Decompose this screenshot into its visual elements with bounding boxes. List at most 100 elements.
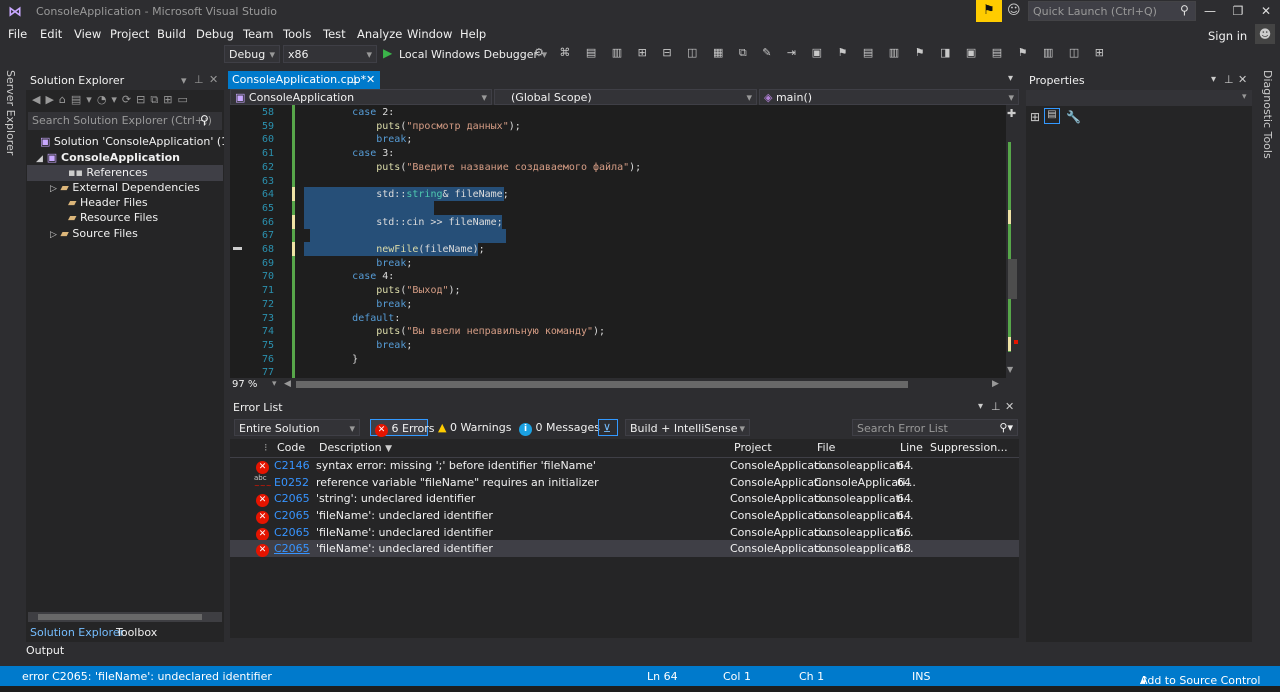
code-line[interactable]: newFile(fileName); bbox=[304, 243, 484, 257]
menu-project[interactable]: Project bbox=[110, 27, 149, 41]
code-line[interactable]: std::cin >> fileName; bbox=[304, 216, 502, 230]
solution-search-input[interactable]: Search Solution Explorer (Ctrl+;) bbox=[28, 112, 222, 130]
error-code-link[interactable]: C2065 bbox=[274, 492, 310, 505]
menu-debug[interactable]: Debug bbox=[196, 27, 234, 41]
column-header-project[interactable]: Project bbox=[734, 441, 772, 457]
code-line[interactable]: case 4: bbox=[304, 270, 394, 284]
tree-item-header-files[interactable]: ▰ Header Files bbox=[68, 195, 148, 211]
close-window-button[interactable]: ✕ bbox=[1252, 0, 1280, 22]
server-explorer-tab[interactable]: Server Explorer bbox=[4, 70, 17, 155]
menu-edit[interactable]: Edit bbox=[40, 27, 62, 41]
editor-tab-active[interactable]: ConsoleApplication.cpp* ⊥ ✕ bbox=[228, 71, 380, 89]
start-debugger-button[interactable]: Local Windows Debugger ▾ bbox=[399, 48, 547, 61]
column-header-suppression[interactable]: Suppression... bbox=[930, 441, 1008, 457]
categorized-icon[interactable]: ⊞ bbox=[1030, 110, 1040, 124]
solution-search-icon[interactable]: ⚲ bbox=[200, 113, 209, 127]
build-source-dropdown[interactable]: Build + IntelliSense ▾ bbox=[625, 419, 750, 436]
configuration-dropdown[interactable]: Debug ▾ bbox=[224, 45, 280, 63]
menu-test[interactable]: Test bbox=[323, 27, 346, 41]
collapsed-chevron-icon[interactable]: ▷ bbox=[50, 230, 57, 240]
column-header-file[interactable]: File bbox=[817, 441, 835, 457]
quick-launch-input[interactable]: Quick Launch (Ctrl+Q) bbox=[1028, 1, 1196, 21]
scrollbar-thumb[interactable] bbox=[38, 614, 202, 620]
menu-view[interactable]: View bbox=[74, 27, 101, 41]
menu-build[interactable]: Build bbox=[157, 27, 186, 41]
code-line[interactable]: puts("Выход"); bbox=[304, 284, 460, 298]
error-row[interactable]: abc ~~~ E0252 reference variable "fileNam… bbox=[230, 474, 1019, 491]
menu-window[interactable]: Window bbox=[407, 27, 452, 41]
warnings-filter-button[interactable]: ▲ 0 Warnings bbox=[434, 419, 515, 436]
code-line[interactable]: std::string& fileName; bbox=[304, 188, 508, 202]
tree-item-references[interactable]: ▪▪ References bbox=[68, 165, 148, 181]
tree-item-source-files[interactable]: ▷ ▰ Source Files bbox=[50, 226, 138, 242]
search-icon[interactable]: ⚲▾ bbox=[999, 421, 1013, 434]
properties-object-selector[interactable]: ▾ bbox=[1026, 90, 1252, 106]
code-line[interactable]: default: bbox=[304, 312, 400, 326]
notifications-flag-icon[interactable]: ⚑ bbox=[976, 0, 1002, 22]
scope-nav-dropdown[interactable]: (Global Scope) ▾ bbox=[494, 89, 757, 105]
error-row[interactable]: ✕ C2065 'fileName': undeclared identifie… bbox=[230, 524, 1019, 541]
filter-toggle-icon[interactable]: ⊻ bbox=[598, 419, 618, 436]
panel-menu-icon[interactable]: ▾ bbox=[978, 401, 983, 412]
project-nav-dropdown[interactable]: ▣ ConsoleApplication ▾ bbox=[230, 89, 492, 105]
scroll-down-icon[interactable]: ▼ bbox=[1007, 365, 1013, 374]
menu-file[interactable]: File bbox=[8, 27, 27, 41]
error-code-link[interactable]: C2065 bbox=[274, 542, 310, 555]
code-line[interactable]: case 2: bbox=[304, 106, 394, 120]
expanded-chevron-icon[interactable]: ◢ bbox=[36, 154, 43, 164]
solution-explorer-toolbar[interactable]: ◀▶⌂▤▾◔▾⟳⊟⧉⊞▭ bbox=[32, 93, 193, 107]
code-line[interactable]: break; bbox=[304, 133, 412, 147]
panel-menu-icon[interactable]: ▾ bbox=[1211, 74, 1216, 85]
start-debugging-icon[interactable]: ▶ bbox=[383, 46, 392, 60]
menu-help[interactable]: Help bbox=[460, 27, 486, 41]
maximize-button[interactable]: ❐ bbox=[1224, 0, 1252, 22]
close-panel-icon[interactable]: ✕ bbox=[209, 73, 218, 86]
error-code-link[interactable]: C2146 bbox=[274, 459, 310, 472]
tree-item-resource-files[interactable]: ▰ Resource Files bbox=[68, 210, 158, 226]
account-icon[interactable]: ☻ bbox=[1255, 24, 1275, 44]
code-line[interactable]: puts("Вы ввели неправильную команду"); bbox=[304, 325, 605, 339]
sign-in-link[interactable]: Sign in bbox=[1208, 29, 1247, 43]
code-line[interactable]: } bbox=[304, 353, 358, 367]
column-header-description[interactable]: Description ▼ bbox=[319, 441, 392, 457]
error-scope-dropdown[interactable]: Entire Solution ▾ bbox=[234, 419, 360, 436]
scroll-right-icon[interactable]: ▶ bbox=[992, 379, 999, 389]
minimize-button[interactable]: — bbox=[1196, 0, 1224, 22]
platform-dropdown[interactable]: x86 ▾ bbox=[283, 45, 377, 63]
scrollbar-thumb[interactable] bbox=[1008, 259, 1017, 299]
output-tab[interactable]: Output bbox=[26, 644, 64, 657]
code-line[interactable]: puts("Введите название создаваемого файл… bbox=[304, 161, 641, 175]
zoom-dropdown-icon[interactable]: ▾ bbox=[272, 379, 277, 389]
column-header-line[interactable]: Line bbox=[900, 441, 923, 457]
extra-toolbar-icons[interactable]: ⚙ ⌘ ▤ ▥ ⊞ ⊟ ◫ ▦ ⧉ ✎ ⇥ ▣ ⚑ ▤ ▥ ⚑ ◨ ▣ ▤ ⚑ … bbox=[534, 46, 1110, 60]
menu-team[interactable]: Team bbox=[243, 27, 273, 41]
error-row[interactable]: ✕ C2146 syntax error: missing ';' before… bbox=[230, 457, 1019, 474]
error-row[interactable]: ✕ C2065 'fileName': undeclared identifie… bbox=[230, 507, 1019, 524]
horizontal-scroll-thumb[interactable] bbox=[296, 381, 908, 388]
close-tab-icon[interactable]: ✕ bbox=[366, 73, 375, 86]
code-line[interactable]: break; bbox=[304, 257, 412, 271]
error-code-link[interactable]: E0252 bbox=[274, 476, 309, 489]
tab-solution-explorer[interactable]: Solution Explorer bbox=[30, 626, 124, 639]
code-line[interactable]: break; bbox=[304, 298, 412, 312]
pin-icon[interactable]: ⊥ bbox=[194, 73, 204, 86]
close-panel-icon[interactable]: ✕ bbox=[1238, 73, 1247, 86]
property-pages-wrench-icon[interactable]: 🔧 bbox=[1066, 110, 1081, 124]
code-line[interactable]: break; bbox=[304, 339, 412, 353]
menu-tools[interactable]: Tools bbox=[283, 27, 311, 41]
menu-analyze[interactable]: Analyze bbox=[357, 27, 402, 41]
feedback-icon[interactable]: ☺ bbox=[1007, 3, 1021, 18]
error-row-selected[interactable]: ✕ C2065 'fileName': undeclared identifie… bbox=[230, 540, 1019, 557]
chevron-down-icon[interactable]: ▾ bbox=[1242, 92, 1247, 102]
function-nav-dropdown[interactable]: ◈ main() ▾ bbox=[759, 89, 1019, 105]
split-editor-icon[interactable]: ✚ bbox=[1007, 107, 1016, 120]
code-line[interactable]: puts("просмотр данных"); bbox=[304, 120, 521, 134]
error-code-link[interactable]: C2065 bbox=[274, 509, 310, 522]
pin-icon[interactable]: ⊥ bbox=[1224, 73, 1234, 86]
error-search-input[interactable]: Search Error List ⚲▾ bbox=[852, 419, 1018, 436]
code-editor[interactable]: 58 59 60 61 62 63 64 65 66 67 68 69 70 71 72 73 74 75 76 77… bbox=[230, 105, 1006, 378]
editor-vertical-scrollbar[interactable]: ✚ ▼ bbox=[1006, 105, 1019, 378]
tab-overflow-icon[interactable]: ▾ bbox=[1008, 73, 1013, 84]
tree-item-external-dependencies[interactable]: ▷ ▰ External Dependencies bbox=[50, 180, 200, 196]
tree-item-project[interactable]: ◢ ▣ ConsoleApplication bbox=[36, 150, 180, 166]
